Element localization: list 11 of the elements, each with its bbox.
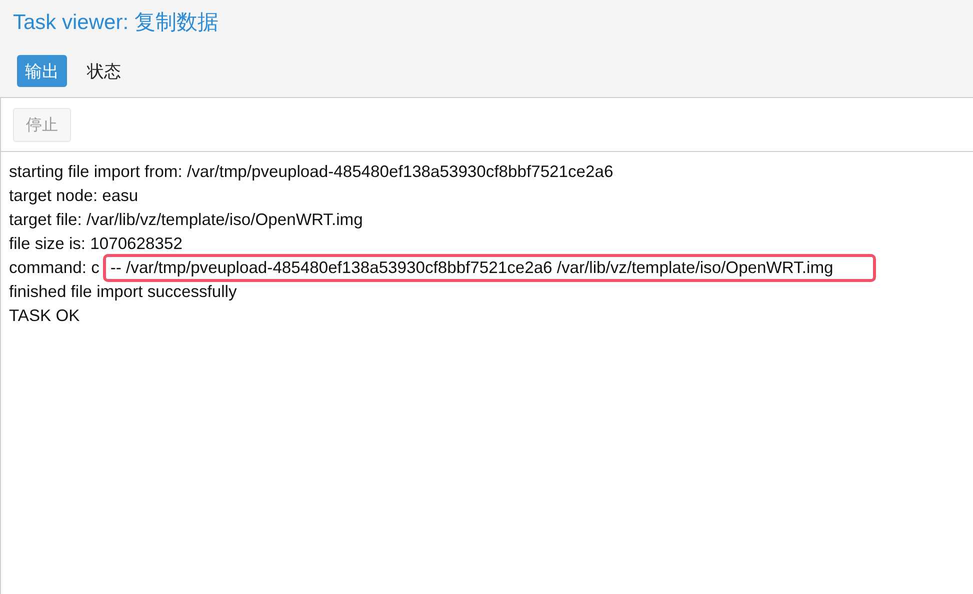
- log-line: command: c: [9, 258, 100, 277]
- highlight-frame: -- /var/tmp/pveupload-485480ef138a53930cf8bbf7521ce2a6 /var/lib/vz/template/iso/OpenWRT.img: [103, 254, 876, 282]
- tab[interactable]: 状态: [79, 55, 129, 87]
- log-line: file size is: 1070628352: [9, 234, 182, 253]
- tab[interactable]: 输出: [17, 55, 67, 87]
- log-line: starting file import from: /var/tmp/pveupload-485480ef138a53930cf8bbf7521ce2a6: [9, 162, 614, 181]
- log-line: finished file import successfully: [9, 282, 237, 301]
- log-line: target file: /var/lib/vz/template/iso/OpenWRT.img: [9, 210, 363, 229]
- log-line: target node: easu: [9, 186, 138, 205]
- window-title: Task viewer: 复制数据: [13, 10, 220, 36]
- log-line: TASK OK: [9, 306, 80, 325]
